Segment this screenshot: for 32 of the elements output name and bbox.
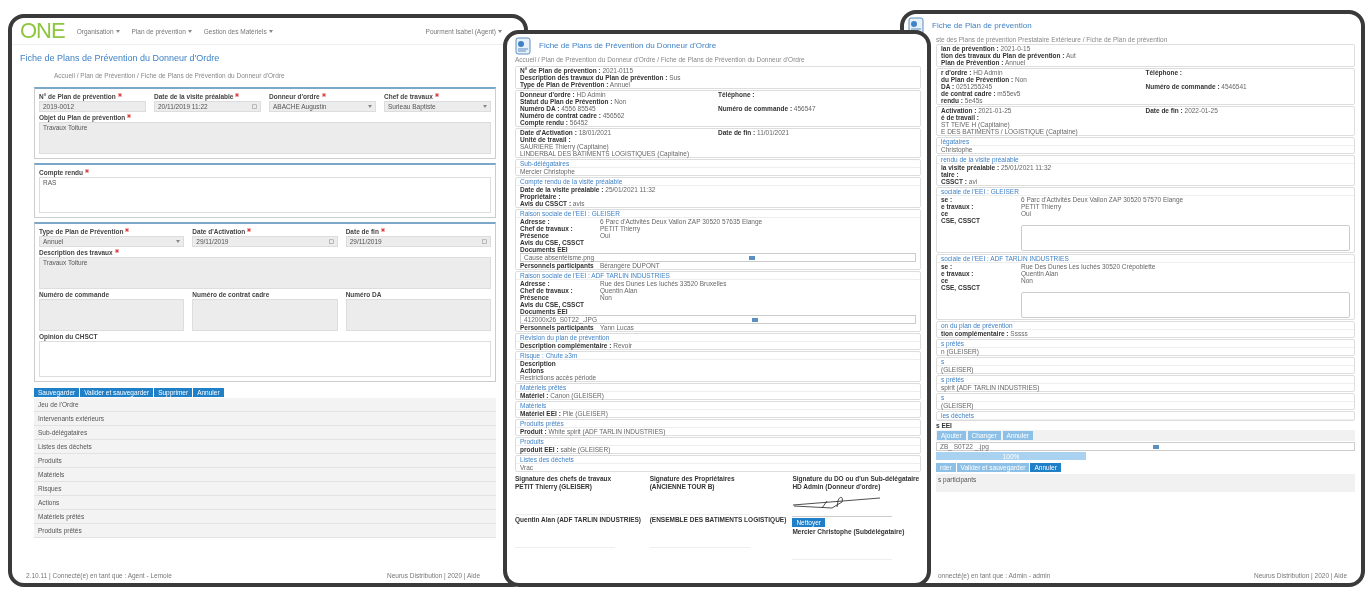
input-field[interactable] — [192, 298, 338, 331]
caret-icon — [368, 104, 372, 108]
caret-icon — [176, 239, 181, 243]
required-icon — [127, 113, 132, 118]
required-icon — [235, 92, 240, 97]
required-icon — [247, 227, 252, 232]
input-field[interactable] — [39, 298, 185, 331]
file-icon[interactable] — [749, 255, 756, 260]
required-icon — [321, 92, 326, 97]
text-area[interactable] — [1021, 225, 1350, 251]
file-icon[interactable] — [1153, 444, 1160, 449]
caret-icon — [187, 29, 192, 33]
caret-icon — [268, 29, 273, 33]
required-icon — [380, 227, 385, 232]
text-area[interactable] — [1021, 292, 1350, 318]
document-icon — [515, 37, 531, 55]
caret-icon — [483, 104, 487, 108]
file-icon[interactable] — [752, 317, 759, 322]
page-title: Fiche de Plan de prévention — [932, 21, 1032, 31]
required-icon — [85, 168, 90, 173]
calendar-icon[interactable] — [252, 103, 257, 109]
required-icon — [434, 92, 439, 97]
required-icon — [125, 227, 130, 232]
page-title: Fiche de Plans de Prévention du Donneur d'Ordre — [539, 41, 717, 51]
input-field[interactable] — [345, 298, 491, 331]
input-field[interactable] — [39, 340, 491, 377]
calendar-icon[interactable] — [328, 238, 334, 244]
required-icon — [114, 248, 119, 253]
caret-icon — [115, 29, 120, 33]
caret-icon — [498, 29, 502, 33]
calendar-icon[interactable] — [482, 238, 487, 244]
required-icon — [117, 92, 122, 97]
